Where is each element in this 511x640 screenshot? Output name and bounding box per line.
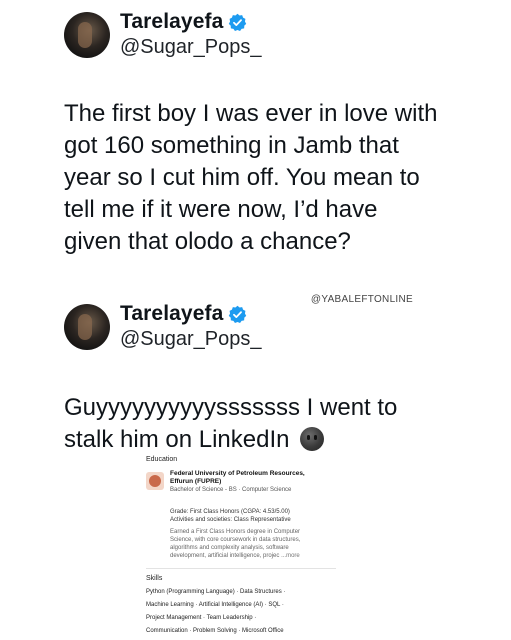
tweet1-line: given that olodo a chance? [64, 228, 351, 255]
tweet1-line: The first boy I was ever in love with [64, 100, 438, 127]
grade: Grade: First Class Honors (CGPA: 4.53/5.… [170, 509, 290, 515]
school-name: Federal University of Petroleum Resource… [170, 470, 305, 477]
avatar[interactable] [64, 11, 110, 58]
skills-row: Project Management · Team Leadership · [146, 615, 257, 621]
desc-line: Science, with core coursework in data st… [170, 537, 301, 543]
tweet1-line: year so I cut him off. You mean to [64, 164, 420, 191]
tweet2-line: Guyyyyyyyyyysssssss I went to [64, 394, 398, 421]
skills-row: Machine Learning · Artificial Intelligen… [146, 602, 284, 608]
handle[interactable]: @Sugar_Pops_ [120, 328, 262, 351]
tweet1-line: got 160 something in Jamb that [64, 132, 399, 159]
tweet1-header: Tarelayefa @Sugar_Pops_ [64, 10, 262, 59]
education-body: Federal University of Petroleum Resource… [170, 470, 305, 560]
avatar[interactable] [64, 303, 110, 350]
desc-line: algorithms and complexity analysis, soft… [170, 545, 289, 551]
school-name-line2: Effurun (FUPRE) [170, 478, 222, 485]
school-logo-icon [146, 472, 164, 490]
watermark: @YABALEFTONLINE [310, 294, 413, 305]
more-link[interactable]: ...more [281, 553, 300, 559]
tweet1-names: Tarelayefa @Sugar_Pops_ [120, 10, 262, 59]
tweet2-text: Guyyyyyyyyyysssssss I went to stalk him … [64, 392, 397, 456]
education-entry: Federal University of Petroleum Resource… [146, 470, 336, 560]
linkedin-screenshot: Education Federal University of Petroleu… [146, 456, 336, 635]
desc-line: development, artificial intelligence, pr… [170, 553, 280, 559]
verified-badge-icon [229, 13, 247, 31]
tweet1-text: The first boy I was ever in love with go… [64, 98, 437, 258]
tweet2-line-with-emoji: stalk him on LinkedIn [64, 424, 397, 456]
education-title: Education [146, 456, 178, 463]
display-name-row: Tarelayefa [120, 302, 262, 326]
education-description: Earned a First Class Honors degree in Co… [170, 528, 305, 560]
tweet2-line: stalk him on LinkedIn [64, 426, 290, 453]
display-name-row: Tarelayefa [120, 10, 262, 34]
display-name[interactable]: Tarelayefa [120, 10, 223, 34]
degree: Bachelor of Science - BS · Computer Scie… [170, 487, 292, 493]
moon-face-emoji-icon [300, 427, 325, 451]
skills-title: Skills [146, 575, 163, 582]
skills-row: Python (Programming Language) · Data Str… [146, 589, 286, 595]
activities: Activities and societies: Class Represen… [170, 517, 291, 523]
display-name[interactable]: Tarelayefa [120, 302, 223, 326]
verified-badge-icon [229, 305, 247, 323]
divider [146, 568, 336, 569]
tweet2-header: Tarelayefa @Sugar_Pops_ [64, 302, 262, 351]
redacted-dates [170, 494, 305, 508]
tweet1-line: tell me if it were now, I’d have [64, 196, 378, 223]
tweet2-names: Tarelayefa @Sugar_Pops_ [120, 302, 262, 351]
handle[interactable]: @Sugar_Pops_ [120, 36, 262, 59]
skills-row: Communication · Problem Solving · Micros… [146, 628, 284, 634]
desc-line: Earned a First Class Honors degree in Co… [170, 529, 301, 535]
